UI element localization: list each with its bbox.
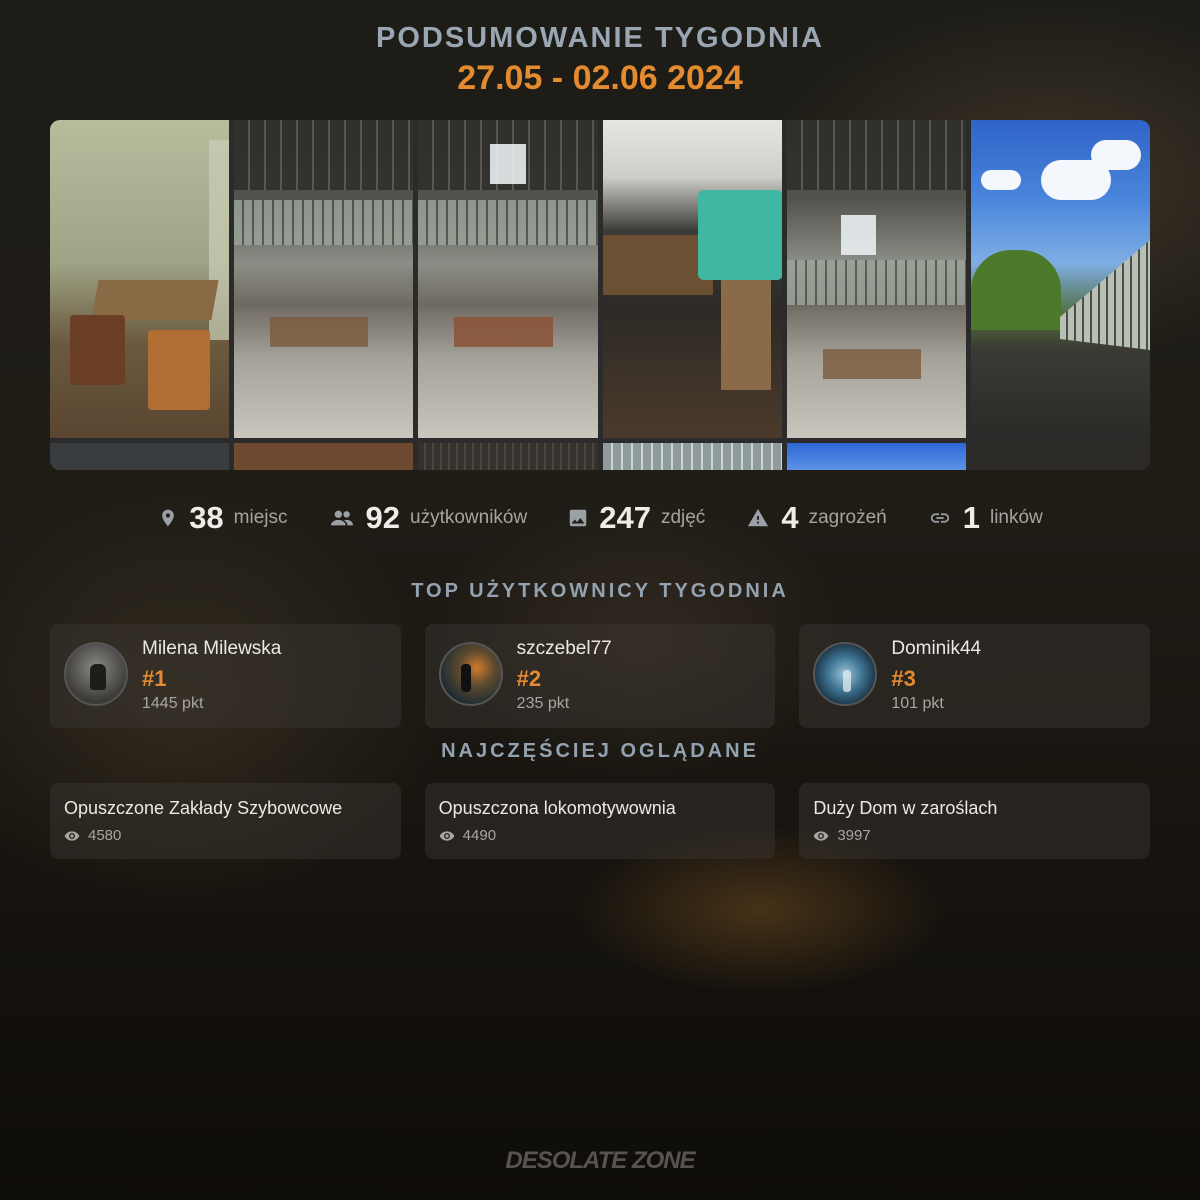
- eye-icon: [64, 830, 80, 841]
- place-name: Duży Dom w zaroślach: [813, 798, 998, 818]
- user-points: 235 pkt: [516, 695, 570, 712]
- link-icon: [927, 507, 953, 529]
- gallery-photo-11[interactable]: [787, 443, 966, 470]
- header: PODSUMOWANIE TYGODNIA 27.05 - 02.06 2024: [0, 22, 1200, 98]
- stats-bar: 38 miejsc 92 użytkowników 247 zdjęć 4 za…: [0, 500, 1200, 536]
- users-icon: [328, 507, 356, 529]
- stat-photos: 247 zdjęć: [567, 500, 705, 536]
- gallery-photo-8[interactable]: [234, 443, 413, 470]
- user-rank: #2: [516, 666, 542, 691]
- view-count: 4490: [439, 827, 496, 844]
- brand-logo: DESOLATE ZONE: [505, 1147, 695, 1174]
- gallery-photo-3[interactable]: [418, 120, 598, 438]
- top-user-card[interactable]: Milena Milewska #1 1445 pkt: [50, 624, 401, 728]
- page-title: PODSUMOWANIE TYGODNIA: [375, 22, 824, 54]
- place-card[interactable]: Opuszczone Zakłady Szybowcowe 4580: [50, 783, 401, 859]
- user-rank: #1: [142, 666, 167, 691]
- avatar: [438, 642, 503, 706]
- place-card[interactable]: Opuszczona lokomotywownia 4490: [424, 783, 776, 859]
- user-points: 1445 pkt: [142, 695, 204, 712]
- gallery-photo-6[interactable]: [971, 120, 1150, 438]
- image-icon: [567, 507, 589, 529]
- gallery-photo-1[interactable]: [50, 120, 229, 438]
- view-count-value: 4490: [462, 827, 497, 844]
- user-rank: #3: [891, 666, 916, 691]
- gallery-photo-12[interactable]: [971, 443, 1150, 470]
- photo-gallery: [50, 120, 1150, 470]
- stat-threats: 4 zagrożeń: [745, 500, 887, 536]
- gallery-photo-9[interactable]: [418, 443, 598, 470]
- location-pin-icon: [157, 507, 179, 529]
- most-viewed-title: NAJCZĘŚCIEJ OGLĄDANE: [441, 740, 759, 762]
- stat-places: 38 miejsc: [157, 500, 288, 536]
- gallery-photo-4[interactable]: [603, 120, 782, 438]
- top-user-card[interactable]: Dominik44 #3 101 pkt: [799, 624, 1151, 728]
- gallery-photo-5[interactable]: [787, 120, 966, 438]
- place-name: Opuszczone Zakłady Szybowcowe: [64, 798, 343, 818]
- place-name: Opuszczona lokomotywownia: [438, 798, 676, 818]
- warning-icon: [745, 507, 771, 529]
- stat-label: linków: [989, 507, 1043, 528]
- user-name: szczebel77: [516, 638, 612, 659]
- stat-users: 92 użytkowników: [328, 500, 528, 536]
- top-user-card[interactable]: szczebel77 #2 235 pkt: [424, 624, 776, 728]
- eye-icon: [814, 830, 829, 841]
- view-count: 4580: [64, 827, 121, 844]
- stat-value: 1: [962, 500, 980, 535]
- avatar: [813, 642, 878, 706]
- user-name: Milena Milewska: [142, 638, 282, 659]
- view-count-value: 4580: [88, 827, 122, 844]
- stat-links: 1 linków: [927, 500, 1043, 536]
- top-users-list: Milena Milewska #1 1445 pkt szczebel77 #…: [50, 624, 1151, 728]
- stat-value: 38: [189, 500, 224, 535]
- stat-label: miejsc: [233, 507, 288, 528]
- stat-label: użytkowników: [410, 507, 528, 528]
- place-card[interactable]: Duży Dom w zaroślach 3997: [799, 783, 1151, 859]
- eye-icon: [439, 830, 455, 841]
- view-count: 3997: [813, 827, 871, 844]
- stat-label: zdjęć: [660, 507, 706, 528]
- avatar: [64, 642, 128, 706]
- user-points: 101 pkt: [891, 695, 944, 712]
- view-count-value: 3997: [837, 827, 871, 844]
- most-viewed-list: Opuszczone Zakłady Szybowcowe 4580 Opusz…: [50, 783, 1151, 859]
- gallery-photo-7[interactable]: [50, 443, 229, 470]
- top-users-title: TOP UŻYTKOWNICY TYGODNIA: [411, 580, 789, 602]
- gallery-photo-10[interactable]: [603, 443, 782, 470]
- stat-value: 92: [365, 500, 400, 535]
- user-name: Dominik44: [891, 638, 982, 659]
- gallery-photo-2[interactable]: [234, 120, 413, 438]
- stat-value: 247: [599, 500, 651, 535]
- stat-value: 4: [781, 500, 799, 535]
- date-range: 27.05 - 02.06 2024: [457, 59, 743, 97]
- stat-label: zagrożeń: [808, 507, 887, 528]
